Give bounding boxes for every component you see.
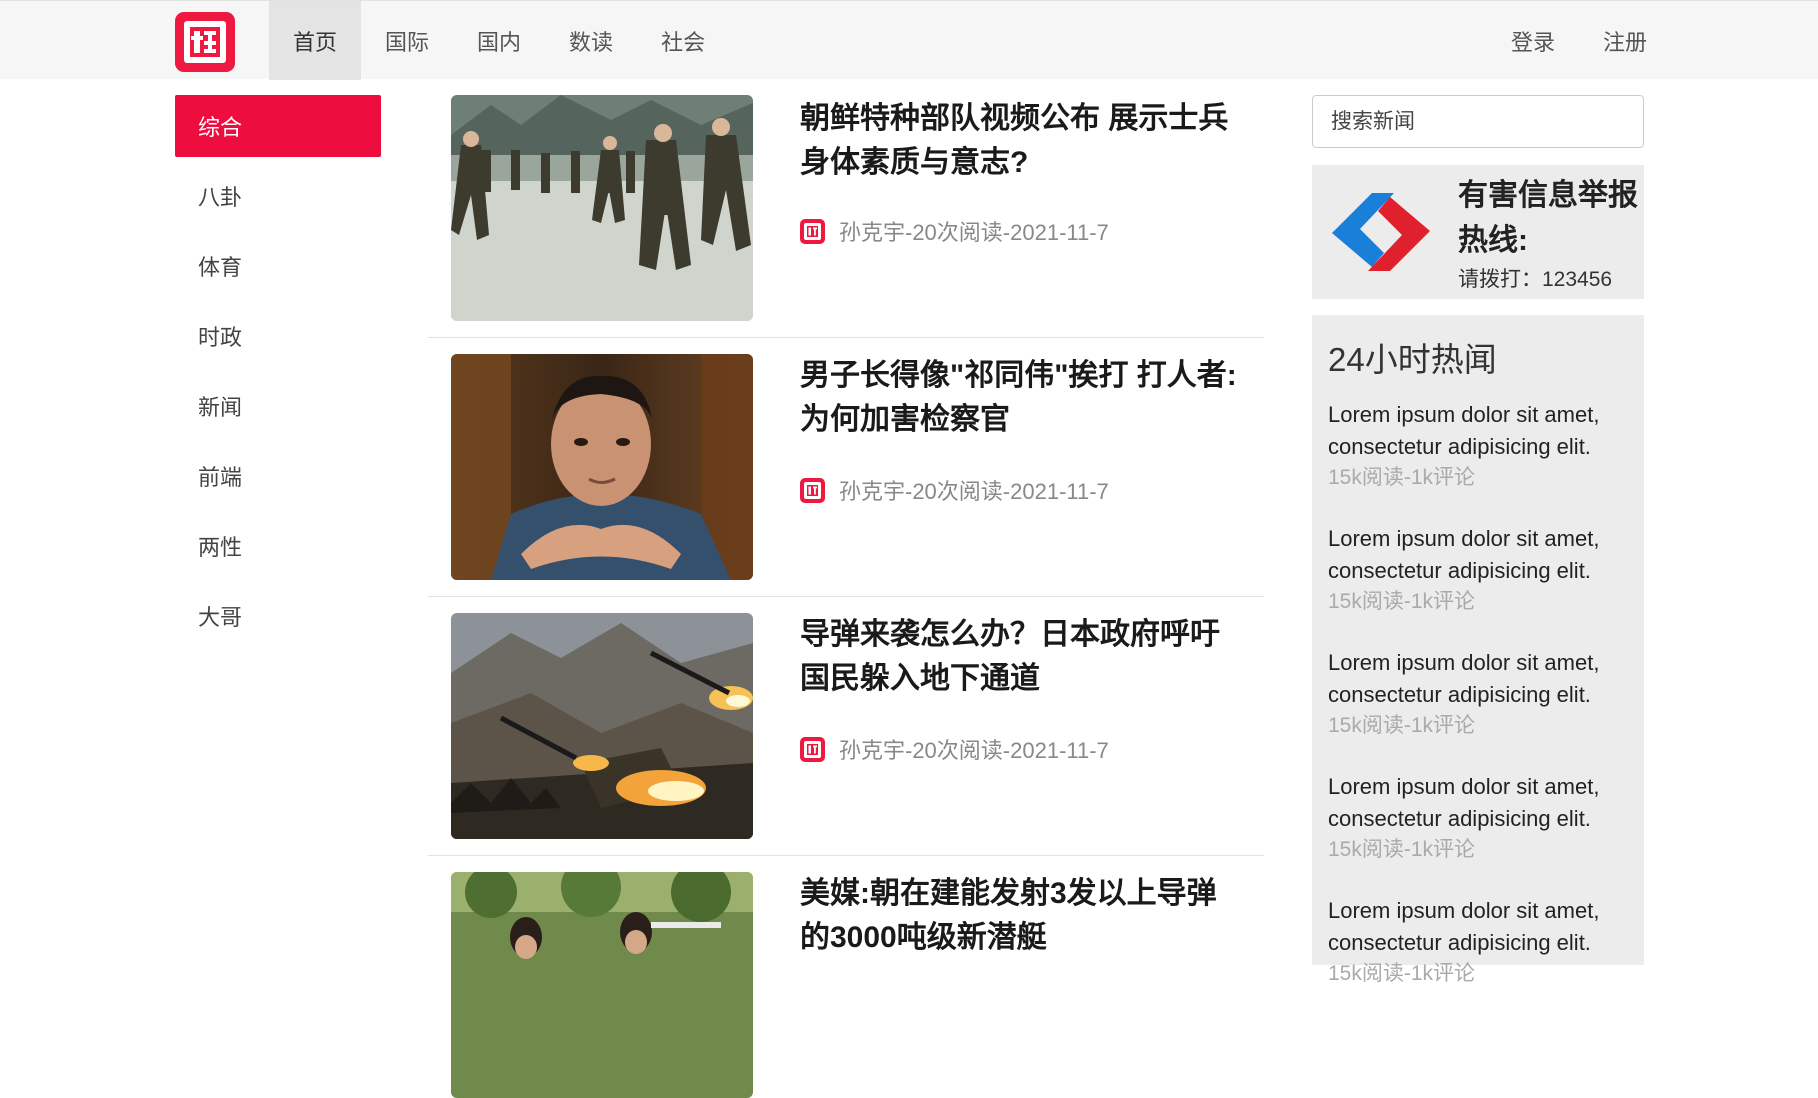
main-nav: 首页 国际 国内 数读 社会	[269, 1, 729, 80]
nav-item-home[interactable]: 首页	[269, 1, 362, 80]
report-logo-icon	[1322, 173, 1440, 291]
news-item[interactable]: 男子长得像"祁同伟"挨打 打人者:为何加害检察官 孙克宇-20次阅读-2021-…	[428, 338, 1264, 597]
news-title[interactable]: 美媒:朝在建能发射3发以上导弹的3000吨级新潜艇	[800, 872, 1240, 960]
hot-news-title: 24小时热闻	[1328, 341, 1497, 378]
hot-news-meta: 15k阅读-1k评论	[1328, 590, 1476, 613]
hot-news-text[interactable]: Lorem ipsum dolor sit amet, consectetur …	[1328, 771, 1628, 835]
category-sidebar: 综合 八卦 体育 时政 新闻 前端 两性 大哥	[175, 95, 381, 655]
hot-news-text[interactable]: Lorem ipsum dolor sit amet, consectetur …	[1328, 895, 1628, 959]
hot-news-item[interactable]: Lorem ipsum dolor sit amet, consectetur …	[1328, 895, 1628, 989]
login-link[interactable]: 登录	[1487, 1, 1579, 80]
nav-item-data[interactable]: 数读	[545, 1, 637, 80]
sidebar-item-frontend[interactable]: 前端	[175, 445, 381, 507]
hot-news-text[interactable]: Lorem ipsum dolor sit amet, consectetur …	[1328, 647, 1628, 711]
news-meta: 孙克宇-20次阅读-2021-11-7	[800, 215, 1109, 247]
news-item[interactable]: 美媒:朝在建能发射3发以上导弹的3000吨级新潜艇	[428, 856, 1264, 1098]
people-outdoor-photo[interactable]	[451, 872, 753, 1098]
news-meta-text: 孙克宇-20次阅读-2021-11-7	[839, 479, 1109, 504]
gua-logo-small-icon	[800, 736, 825, 762]
hot-news-item[interactable]: Lorem ipsum dolor sit amet, consectetur …	[1328, 647, 1628, 741]
news-item[interactable]: 导弹来袭怎么办？日本政府呼吁国民躲入地下通道 孙克宇-20次阅读-2021-11…	[428, 597, 1264, 856]
sidebar-item-sports[interactable]: 体育	[175, 235, 381, 297]
hot-news-panel: 24小时热闻 Lorem ipsum dolor sit amet, conse…	[1312, 315, 1644, 985]
sidebar-item-gender[interactable]: 两性	[175, 515, 381, 577]
news-title[interactable]: 导弹来袭怎么办？日本政府呼吁国民躲入地下通道	[800, 613, 1240, 701]
soldiers-training-photo[interactable]	[451, 95, 753, 321]
nav-item-domestic[interactable]: 国内	[453, 1, 545, 80]
news-title[interactable]: 男子长得像"祁同伟"挨打 打人者:为何加害检察官	[800, 354, 1240, 442]
auth-links: 登录 注册	[1487, 1, 1647, 80]
report-title: 有害信息举报热线:	[1458, 179, 1638, 257]
hot-news-meta: 15k阅读-1k评论	[1328, 962, 1476, 985]
sidebar-item-politics[interactable]: 时政	[175, 305, 381, 367]
news-item[interactable]: 朝鲜特种部队视频公布 展示士兵身体素质与意志? 孙克宇-20次阅读-2021-1…	[428, 95, 1264, 338]
search-input[interactable]	[1312, 95, 1644, 148]
news-list: 朝鲜特种部队视频公布 展示士兵身体素质与意志? 孙克宇-20次阅读-2021-1…	[428, 95, 1264, 1098]
man-portrait-photo[interactable]	[451, 354, 753, 580]
report-phone: 请拨打：123456	[1458, 268, 1613, 291]
gua-logo-small-icon	[800, 477, 825, 503]
news-meta: 孙克宇-20次阅读-2021-11-7	[800, 733, 1109, 765]
hot-news-meta: 15k阅读-1k评论	[1328, 466, 1476, 489]
hot-news-meta: 15k阅读-1k评论	[1328, 714, 1476, 737]
sidebar-item-general[interactable]: 综合	[175, 95, 381, 157]
hot-news-item[interactable]: Lorem ipsum dolor sit amet, consectetur …	[1328, 771, 1628, 865]
news-title[interactable]: 朝鲜特种部队视频公布 展示士兵身体素质与意志?	[800, 97, 1240, 185]
top-header: 首页 国际 国内 数读 社会 登录 注册	[0, 0, 1818, 80]
hot-news-meta: 15k阅读-1k评论	[1328, 838, 1476, 861]
register-link[interactable]: 注册	[1579, 1, 1647, 80]
news-meta-text: 孙克宇-20次阅读-2021-11-7	[839, 738, 1109, 763]
news-meta-text: 孙克宇-20次阅读-2021-11-7	[839, 220, 1109, 245]
hot-news-text[interactable]: Lorem ipsum dolor sit amet, consectetur …	[1328, 523, 1628, 587]
hot-news-item[interactable]: Lorem ipsum dolor sit amet, consectetur …	[1328, 523, 1628, 617]
report-hotline-banner[interactable]: 有害信息举报热线: 请拨打：123456	[1312, 165, 1644, 299]
gua-logo-icon[interactable]	[175, 12, 235, 72]
sidebar-item-bigbro[interactable]: 大哥	[175, 585, 381, 647]
missile-launch-photo[interactable]	[451, 613, 753, 839]
sidebar-item-gossip[interactable]: 八卦	[175, 165, 381, 227]
news-meta: 孙克宇-20次阅读-2021-11-7	[800, 474, 1109, 506]
sidebar-item-news[interactable]: 新闻	[175, 375, 381, 437]
hot-news-text[interactable]: Lorem ipsum dolor sit amet, consectetur …	[1328, 399, 1628, 463]
nav-item-society[interactable]: 社会	[637, 1, 729, 80]
gua-logo-small-icon	[800, 218, 825, 244]
nav-item-international[interactable]: 国际	[361, 1, 453, 80]
hot-news-item[interactable]: Lorem ipsum dolor sit amet, consectetur …	[1328, 399, 1628, 493]
